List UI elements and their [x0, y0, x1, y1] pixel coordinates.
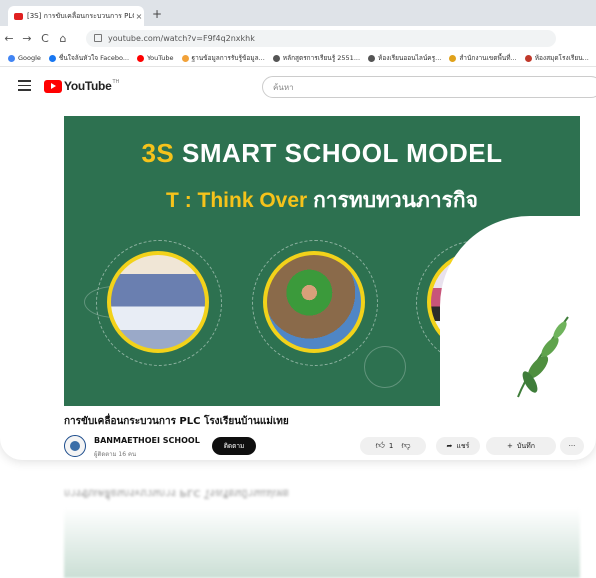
new-tab-button[interactable]: +	[152, 7, 162, 21]
lock-icon	[94, 34, 102, 42]
video-subheadline: T : Think Over การทบทวนภารกิจ	[64, 184, 580, 217]
channel-row: BANMAETHOEI SCHOOL ผู้ติดตาม 16 คน ติดตา…	[64, 432, 594, 460]
share-label: แชร์	[456, 441, 470, 450]
bookmark-label: ห้องสมุดโรงเรียน...	[534, 54, 589, 62]
channel-name[interactable]: BANMAETHOEI SCHOOL	[94, 436, 200, 445]
chalk-doodle	[364, 346, 406, 388]
youtube-header: YouTube TH ค้นหา	[0, 67, 596, 107]
bookmark-icon	[368, 54, 376, 62]
menu-icon[interactable]	[18, 80, 31, 94]
like-dislike-group: 👍︎ 1 👎︎	[360, 437, 426, 455]
bookmark-icon	[8, 54, 15, 62]
save-icon: +	[507, 442, 513, 450]
search-input[interactable]: ค้นหา	[262, 76, 596, 98]
bookmark-item[interactable]: ชื่นใจล้นหัวใจ Facebo...	[48, 53, 130, 63]
youtube-play-icon	[44, 79, 62, 93]
bookmark-item[interactable]: หลักสูตรการเรียนรู้ 2551...	[272, 53, 361, 63]
bookmark-label: สำนักงานเขตพื้นที่...	[459, 54, 517, 62]
bookmark-item[interactable]: ฐานข้อมูลการรับรู้ข้อมูล...	[181, 53, 265, 63]
video-player[interactable]: 3S SMART SCHOOL MODEL T : Think Over การ…	[64, 116, 580, 406]
photo-group-students	[107, 251, 209, 353]
dislike-icon[interactable]: 👎︎	[401, 441, 410, 451]
youtube-wordmark: YouTube	[64, 79, 112, 93]
video-headline: 3S SMART SCHOOL MODEL	[64, 138, 580, 169]
bookmark-icon	[272, 54, 280, 62]
bookmark-icon	[48, 54, 56, 62]
bookmark-icon	[449, 54, 457, 62]
bookmark-label: YouTube	[147, 54, 174, 62]
url-field[interactable]: youtube.com/watch?v=F9f4q2nxkhk	[86, 29, 556, 47]
reflection: การขับเคลื่อนกระบวนการ PLC โรงเรียนบ้านแ…	[60, 468, 596, 578]
country-code: TH	[112, 79, 120, 85]
sub-label: T : Think Over	[166, 189, 308, 212]
leaf-icon	[517, 316, 569, 398]
bookmark-label: หลักสูตรการเรียนรู้ 2551...	[282, 54, 361, 62]
sub-thai: การทบทวนภารกิจ	[313, 189, 478, 212]
channel-avatar[interactable]	[64, 435, 86, 457]
bookmark-item[interactable]: ห้องเรียนออนไลน์ครู...	[368, 53, 441, 63]
headline-main: SMART SCHOOL MODEL	[182, 138, 503, 168]
browser-tab[interactable]: [3S] การขับเคลื่อนกระบวนการ PLC ×	[8, 6, 144, 26]
bookmark-label: Google	[18, 54, 41, 62]
like-count: 1	[388, 442, 394, 450]
bookmark-item[interactable]: สำนักงานเขตพื้นที่...	[449, 53, 517, 63]
forward-icon[interactable]: →	[18, 32, 36, 45]
video-title: การขับเคลื่อนกระบวนการ PLC โรงเรียนบ้านแ…	[64, 416, 289, 427]
bookmark-icon	[181, 54, 189, 62]
headline-prefix: 3S	[141, 138, 175, 168]
tab-title: [3S] การขับเคลื่อนกระบวนการ PLC	[27, 11, 134, 20]
share-icon: ➦	[446, 442, 453, 450]
youtube-favicon-icon	[14, 12, 23, 20]
tab-close-icon[interactable]: ×	[134, 12, 144, 21]
youtube-logo[interactable]: YouTube TH	[44, 79, 119, 93]
tab-bar: [3S] การขับเคลื่อนกระบวนการ PLC × +	[0, 0, 596, 26]
bookmark-item[interactable]: YouTube	[137, 54, 174, 62]
like-icon[interactable]: 👍︎	[375, 441, 384, 451]
share-button[interactable]: ➦ แชร์	[436, 437, 480, 455]
bookmark-label: ฐานข้อมูลการรับรู้ข้อมูล...	[191, 54, 265, 62]
bookmark-icon	[524, 54, 532, 62]
reflection-title: การขับเคลื่อนกระบวนการ PLC โรงเรียนบ้านแ…	[64, 487, 289, 498]
bookmarks-bar: Google ชื่นใจล้นหัวใจ Facebo... YouTube ฐาน…	[0, 50, 596, 67]
photo-speaker	[263, 251, 365, 353]
back-icon[interactable]: ←	[0, 32, 18, 45]
subscriber-count: ผู้ติดตาม 16 คน	[94, 451, 137, 458]
bookmark-item[interactable]: ห้องสมุดโรงเรียน...	[524, 53, 589, 63]
reload-icon[interactable]: C	[36, 32, 54, 45]
bookmark-icon	[137, 54, 145, 62]
url-text: youtube.com/watch?v=F9f4q2nxkhk	[108, 33, 255, 43]
save-button[interactable]: + บันทึก	[486, 437, 556, 455]
bookmark-item[interactable]: Google	[8, 54, 41, 62]
address-bar-row: ← → C ⌂ youtube.com/watch?v=F9f4q2nxkhk	[0, 26, 596, 50]
home-icon[interactable]: ⌂	[54, 32, 72, 45]
bookmark-label: ห้องเรียนออนไลน์ครู...	[378, 54, 442, 62]
more-button[interactable]: ···	[560, 437, 584, 455]
reflection-video	[64, 508, 580, 578]
search-placeholder: ค้นหา	[273, 82, 294, 92]
bookmark-label: ชื่นใจล้นหัวใจ Facebo...	[58, 54, 130, 62]
subscribe-button[interactable]: ติดตาม	[212, 437, 256, 455]
browser-window: [3S] การขับเคลื่อนกระบวนการ PLC × + ← → …	[0, 0, 596, 460]
save-label: บันทึก	[516, 441, 535, 450]
